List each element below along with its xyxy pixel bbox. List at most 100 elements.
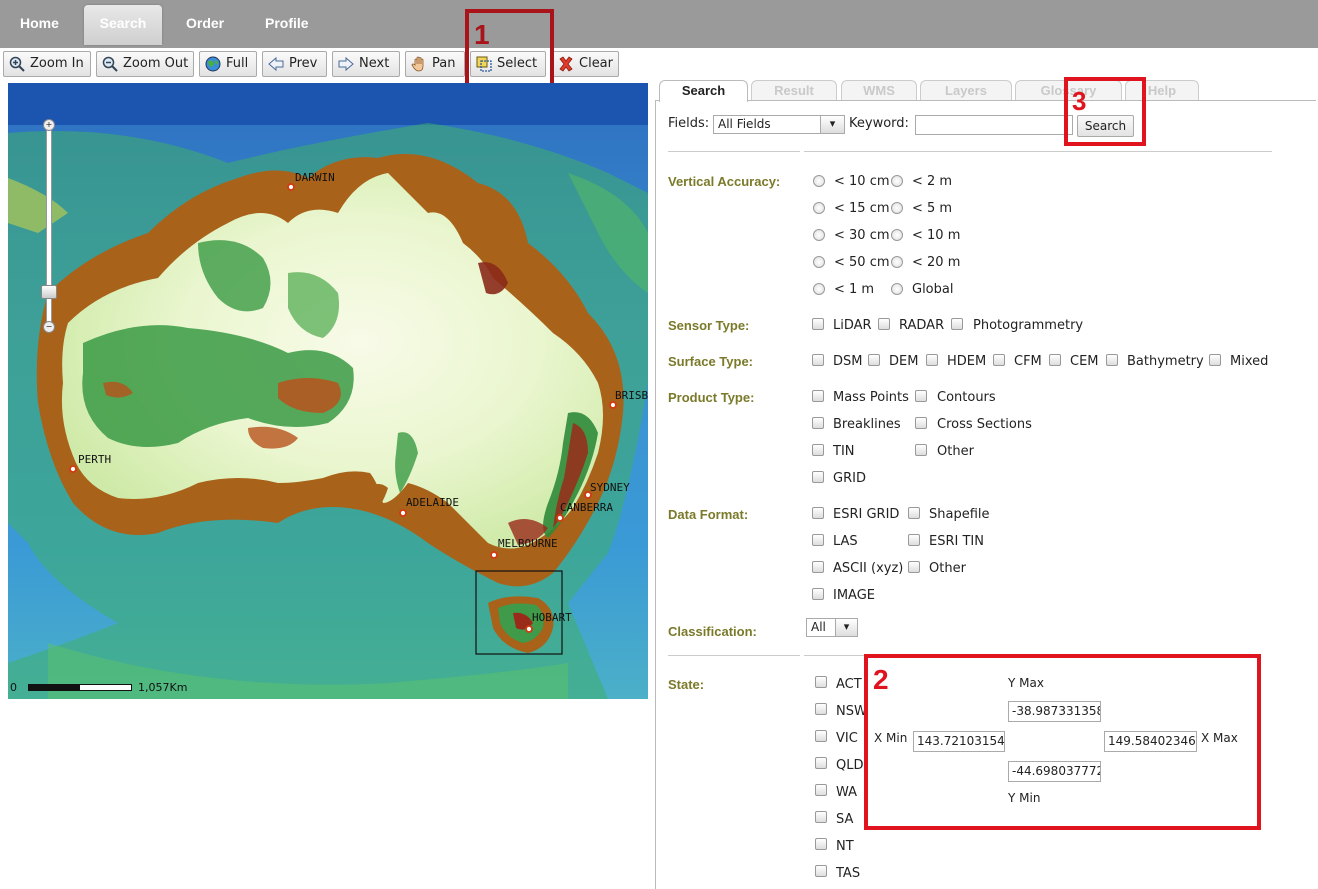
globe-icon	[205, 56, 221, 72]
checkbox-cfm[interactable]	[993, 354, 1005, 366]
checkbox-qld[interactable]	[815, 757, 827, 769]
city-label-canberra: CANBERRA	[560, 501, 613, 514]
city-label-adelaide: ADELAIDE	[406, 496, 459, 509]
checkbox-label-las: LAS	[833, 534, 858, 549]
scale-bar-zero: 0	[10, 681, 17, 694]
tab-search[interactable]: Search	[659, 80, 748, 102]
annotation-number-2: 2	[873, 664, 889, 695]
city-marker-melbourne[interactable]	[490, 551, 498, 559]
nav-profile[interactable]: Profile	[265, 0, 309, 48]
checkbox-label-act: ACT	[836, 677, 862, 692]
chevron-down-icon[interactable]: ▾	[820, 116, 844, 133]
classification-select[interactable]: All ▾	[806, 618, 858, 637]
checkbox-las[interactable]	[812, 534, 824, 546]
checkbox-vic[interactable]	[815, 730, 827, 742]
checkbox-photogrammetry[interactable]	[951, 318, 963, 330]
nav-search[interactable]: Search	[84, 5, 162, 45]
chevron-down-icon[interactable]: ▾	[835, 619, 857, 636]
city-marker-hobart[interactable]	[525, 625, 533, 633]
city-marker-darwin[interactable]	[287, 183, 295, 191]
city-label-sydney: SYDNEY	[590, 481, 630, 494]
map-view[interactable]: DARWIN BRISB PERTH ADELAIDE SYDNEY CANBE…	[8, 83, 648, 699]
radio-5m[interactable]	[891, 202, 903, 214]
zoom-slider-handle[interactable]	[41, 285, 57, 299]
checkbox-nt[interactable]	[815, 838, 827, 850]
checkbox-lidar[interactable]	[812, 318, 824, 330]
clear-button[interactable]: Clear	[552, 51, 619, 77]
red-x-icon	[559, 56, 573, 72]
checkbox-cem[interactable]	[1049, 354, 1061, 366]
zoom-slider-minus-icon[interactable]: −	[43, 321, 55, 333]
checkbox-product-other[interactable]	[915, 444, 927, 456]
surface-type-label: Surface Type:	[668, 354, 754, 369]
checkbox-tas[interactable]	[815, 865, 827, 877]
next-button[interactable]: Next	[332, 51, 400, 77]
radio-10cm[interactable]	[813, 175, 825, 187]
city-marker-canberra[interactable]	[556, 514, 564, 522]
nav-home[interactable]: Home	[20, 0, 59, 48]
checkbox-esri-grid[interactable]	[812, 507, 824, 519]
data-format-label: Data Format:	[668, 507, 749, 522]
full-extent-button[interactable]: Full	[199, 51, 257, 77]
pan-button[interactable]: Pan	[405, 51, 465, 77]
zoom-out-button[interactable]: Zoom Out	[96, 51, 194, 77]
checkbox-shapefile[interactable]	[908, 507, 920, 519]
checkbox-act[interactable]	[815, 676, 827, 688]
checkbox-breaklines[interactable]	[812, 417, 824, 429]
checkbox-label-photogrammetry: Photogrammetry	[973, 318, 1084, 333]
checkbox-label-contours: Contours	[937, 390, 996, 405]
radio-2m[interactable]	[891, 175, 903, 187]
checkbox-dem[interactable]	[868, 354, 880, 366]
checkbox-esri-tin[interactable]	[908, 534, 920, 546]
checkbox-format-other[interactable]	[908, 561, 920, 573]
radio-20m[interactable]	[891, 256, 903, 268]
nav-order[interactable]: Order	[186, 0, 224, 48]
checkbox-grid[interactable]	[812, 471, 824, 483]
zoom-slider-plus-icon[interactable]: +	[43, 119, 55, 131]
checkbox-wa[interactable]	[815, 784, 827, 796]
checkbox-radar[interactable]	[878, 318, 890, 330]
checkbox-cross-sections[interactable]	[915, 417, 927, 429]
city-marker-brisbane[interactable]	[609, 401, 617, 409]
next-label: Next	[359, 56, 390, 71]
checkbox-bathymetry[interactable]	[1106, 354, 1118, 366]
full-label: Full	[226, 56, 249, 71]
radio-label-30cm: < 30 cm	[834, 228, 890, 243]
checkbox-label-grid: GRID	[833, 471, 866, 486]
checkbox-hdem[interactable]	[926, 354, 938, 366]
radio-15cm[interactable]	[813, 202, 825, 214]
fields-select[interactable]: All Fields ▾	[713, 115, 845, 134]
pan-label: Pan	[432, 56, 456, 71]
checkbox-mass-points[interactable]	[812, 390, 824, 402]
checkbox-sa[interactable]	[815, 811, 827, 823]
radio-30cm[interactable]	[813, 229, 825, 241]
prev-button[interactable]: Prev	[262, 51, 327, 77]
tab-layers[interactable]: Layers	[920, 80, 1012, 101]
keyword-input[interactable]	[915, 115, 1073, 135]
keyword-label: Keyword:	[849, 116, 909, 131]
checkbox-mixed[interactable]	[1209, 354, 1221, 366]
checkbox-ascii[interactable]	[812, 561, 824, 573]
radio-1m[interactable]	[813, 283, 825, 295]
tab-wms[interactable]: WMS	[841, 80, 917, 101]
checkbox-contours[interactable]	[915, 390, 927, 402]
checkbox-image[interactable]	[812, 588, 824, 600]
zoom-out-label: Zoom Out	[123, 56, 189, 71]
checkbox-tin[interactable]	[812, 444, 824, 456]
annotation-number-1: 1	[474, 19, 490, 50]
checkbox-label-mass-points: Mass Points	[833, 390, 909, 405]
checkbox-nsw[interactable]	[815, 703, 827, 715]
radio-50cm[interactable]	[813, 256, 825, 268]
separator-2a	[668, 655, 800, 656]
tab-result[interactable]: Result	[751, 80, 837, 101]
city-marker-perth[interactable]	[69, 465, 77, 473]
city-marker-adelaide[interactable]	[399, 509, 407, 517]
separator-1a	[668, 151, 800, 152]
checkbox-dsm[interactable]	[812, 354, 824, 366]
zoom-slider[interactable]: + −	[41, 119, 57, 333]
radio-global[interactable]	[891, 283, 903, 295]
radio-10m[interactable]	[891, 229, 903, 241]
checkbox-label-format-other: Other	[929, 561, 966, 576]
zoom-in-button[interactable]: Zoom In	[3, 51, 91, 77]
radio-label-1m: < 1 m	[834, 282, 875, 297]
